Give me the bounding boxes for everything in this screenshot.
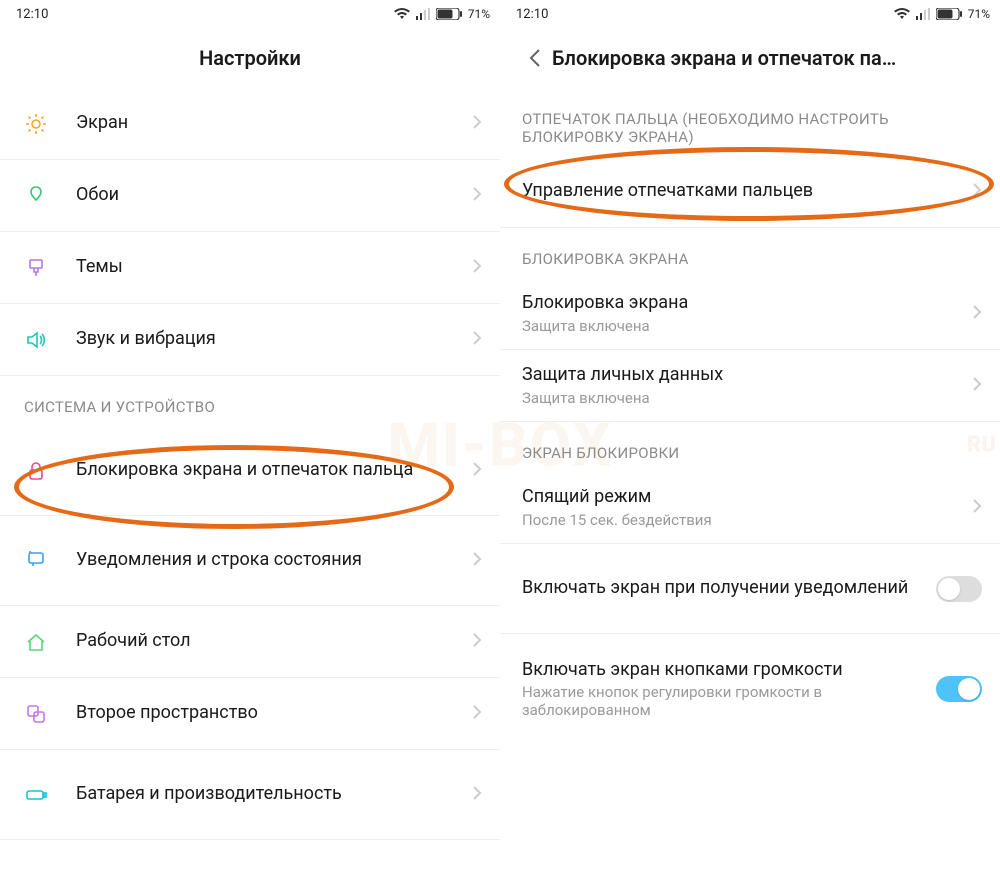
lock-icon xyxy=(24,459,76,483)
row-manage-fingerprints[interactable]: Управление отпечатками пальцев xyxy=(500,156,1000,228)
row-label: Обои xyxy=(76,184,464,207)
chevron-right-icon xyxy=(464,258,482,278)
row-sublabel: Нажатие кнопок регулировки громкости в з… xyxy=(522,683,936,719)
row-label: Включать экран кнопками громкости xyxy=(522,659,936,682)
signal-icon xyxy=(416,8,430,20)
section-screen-lock: БЛОКИРОВКА ЭКРАНА xyxy=(500,228,1000,278)
row-label: Уведомления и строка состояния xyxy=(76,549,464,572)
row-label: Экран xyxy=(76,112,464,135)
row-wallpaper[interactable]: Обои xyxy=(0,160,500,232)
section-label: ЭКРАН БЛОКИРОВКИ xyxy=(522,444,679,462)
toggle-wake-on-notification[interactable] xyxy=(936,576,982,602)
row-sound[interactable]: Звук и вибрация xyxy=(0,304,500,376)
section-fingerprint: ОТПЕЧАТОК ПАЛЬЦА (НЕОБХОДИМО НАСТРОИТЬ Б… xyxy=(500,88,1000,156)
status-bar: 12:10 71% xyxy=(0,0,500,28)
status-right: 71% xyxy=(394,7,490,21)
row-sublabel: Защита включена xyxy=(522,317,964,335)
row-label: Блокировка экрана xyxy=(522,292,964,315)
row-label: Второе пространство xyxy=(76,702,464,725)
signal-icon xyxy=(916,8,930,20)
header: Настройки xyxy=(0,28,500,88)
speaker-icon xyxy=(24,328,76,352)
row-display[interactable]: Экран xyxy=(0,88,500,160)
row-notifications[interactable]: Уведомления и строка состояния xyxy=(0,516,500,606)
left-screenshot: 12:10 71% Настройки Экран Обои xyxy=(0,0,500,889)
battery-icon xyxy=(436,8,462,20)
header: Блокировка экрана и отпечаток па… xyxy=(500,28,1000,88)
row-label: Включать экран при получении уведомлений xyxy=(522,577,936,600)
second-space-icon xyxy=(24,702,76,726)
row-wake-with-volume[interactable]: Включать экран кнопками громкости Нажати… xyxy=(500,634,1000,744)
status-time: 12:10 xyxy=(16,7,48,22)
back-button[interactable] xyxy=(518,48,552,68)
row-battery[interactable]: Батарея и производительность xyxy=(0,750,500,840)
page-title: Настройки xyxy=(199,46,301,70)
right-screenshot: 12:10 71% Блокировка экрана и отпечаток … xyxy=(500,0,1000,889)
chevron-right-icon xyxy=(464,330,482,350)
chevron-right-icon xyxy=(964,498,982,518)
chevron-right-icon xyxy=(464,704,482,724)
wifi-icon xyxy=(394,8,410,20)
chevron-left-icon xyxy=(529,48,541,68)
row-second-space[interactable]: Второе пространство xyxy=(0,678,500,750)
chevron-right-icon xyxy=(464,114,482,134)
chevron-right-icon xyxy=(464,632,482,652)
flower-icon xyxy=(24,184,76,208)
section-system: СИСТЕМА И УСТРОЙСТВО xyxy=(0,376,500,426)
row-label: Спящий режим xyxy=(522,486,964,509)
section-lock-screen: ЭКРАН БЛОКИРОВКИ xyxy=(500,422,1000,472)
sun-icon xyxy=(24,112,76,136)
battery-icon xyxy=(936,8,962,20)
page-title: Блокировка экрана и отпечаток па… xyxy=(552,46,896,70)
row-sublabel: После 15 сек. бездействия xyxy=(522,511,964,529)
battery-percent: 71% xyxy=(968,7,990,21)
chevron-right-icon xyxy=(964,376,982,396)
status-right: 71% xyxy=(894,7,990,21)
row-screen-lock[interactable]: Блокировка экрана Защита включена xyxy=(500,278,1000,350)
row-label: Звук и вибрация xyxy=(76,328,464,351)
chevron-right-icon xyxy=(464,461,482,481)
row-label: Темы xyxy=(76,256,464,279)
chevron-right-icon xyxy=(464,186,482,206)
row-privacy-protection[interactable]: Защита личных данных Защита включена xyxy=(500,350,1000,422)
row-sublabel: Защита включена xyxy=(522,389,964,407)
row-themes[interactable]: Темы xyxy=(0,232,500,304)
row-label: Защита личных данных xyxy=(522,364,964,387)
row-sleep[interactable]: Спящий режим После 15 сек. бездействия xyxy=(500,472,1000,544)
status-time: 12:10 xyxy=(516,7,548,22)
chevron-right-icon xyxy=(964,304,982,324)
lockscreen-settings-list: ОТПЕЧАТОК ПАЛЬЦА (НЕОБХОДИМО НАСТРОИТЬ Б… xyxy=(500,88,1000,744)
settings-list: Экран Обои Темы Звук и вибрация СИС xyxy=(0,88,500,840)
brush-icon xyxy=(24,256,76,280)
row-label: Блокировка экрана и отпечаток пальца xyxy=(76,459,464,482)
notification-icon xyxy=(24,549,76,573)
status-bar: 12:10 71% xyxy=(500,0,1000,28)
chevron-right-icon xyxy=(964,182,982,202)
home-icon xyxy=(24,630,76,654)
chevron-right-icon xyxy=(464,785,482,805)
row-label: Управление отпечатками пальцев xyxy=(522,180,964,203)
row-wake-on-notification[interactable]: Включать экран при получении уведомлений xyxy=(500,544,1000,634)
section-label: СИСТЕМА И УСТРОЙСТВО xyxy=(24,398,215,416)
row-label: Батарея и производительность xyxy=(76,783,464,806)
row-home-screen[interactable]: Рабочий стол xyxy=(0,606,500,678)
toggle-wake-with-volume[interactable] xyxy=(936,676,982,702)
wifi-icon xyxy=(894,8,910,20)
row-label: Рабочий стол xyxy=(76,630,464,653)
row-lockscreen-fingerprint[interactable]: Блокировка экрана и отпечаток пальца xyxy=(0,426,500,516)
battery-perf-icon xyxy=(24,783,76,807)
battery-percent: 71% xyxy=(468,7,490,21)
chevron-right-icon xyxy=(464,551,482,571)
section-label: ОТПЕЧАТОК ПАЛЬЦА (НЕОБХОДИМО НАСТРОИТЬ Б… xyxy=(522,110,982,146)
section-label: БЛОКИРОВКА ЭКРАНА xyxy=(522,250,689,268)
